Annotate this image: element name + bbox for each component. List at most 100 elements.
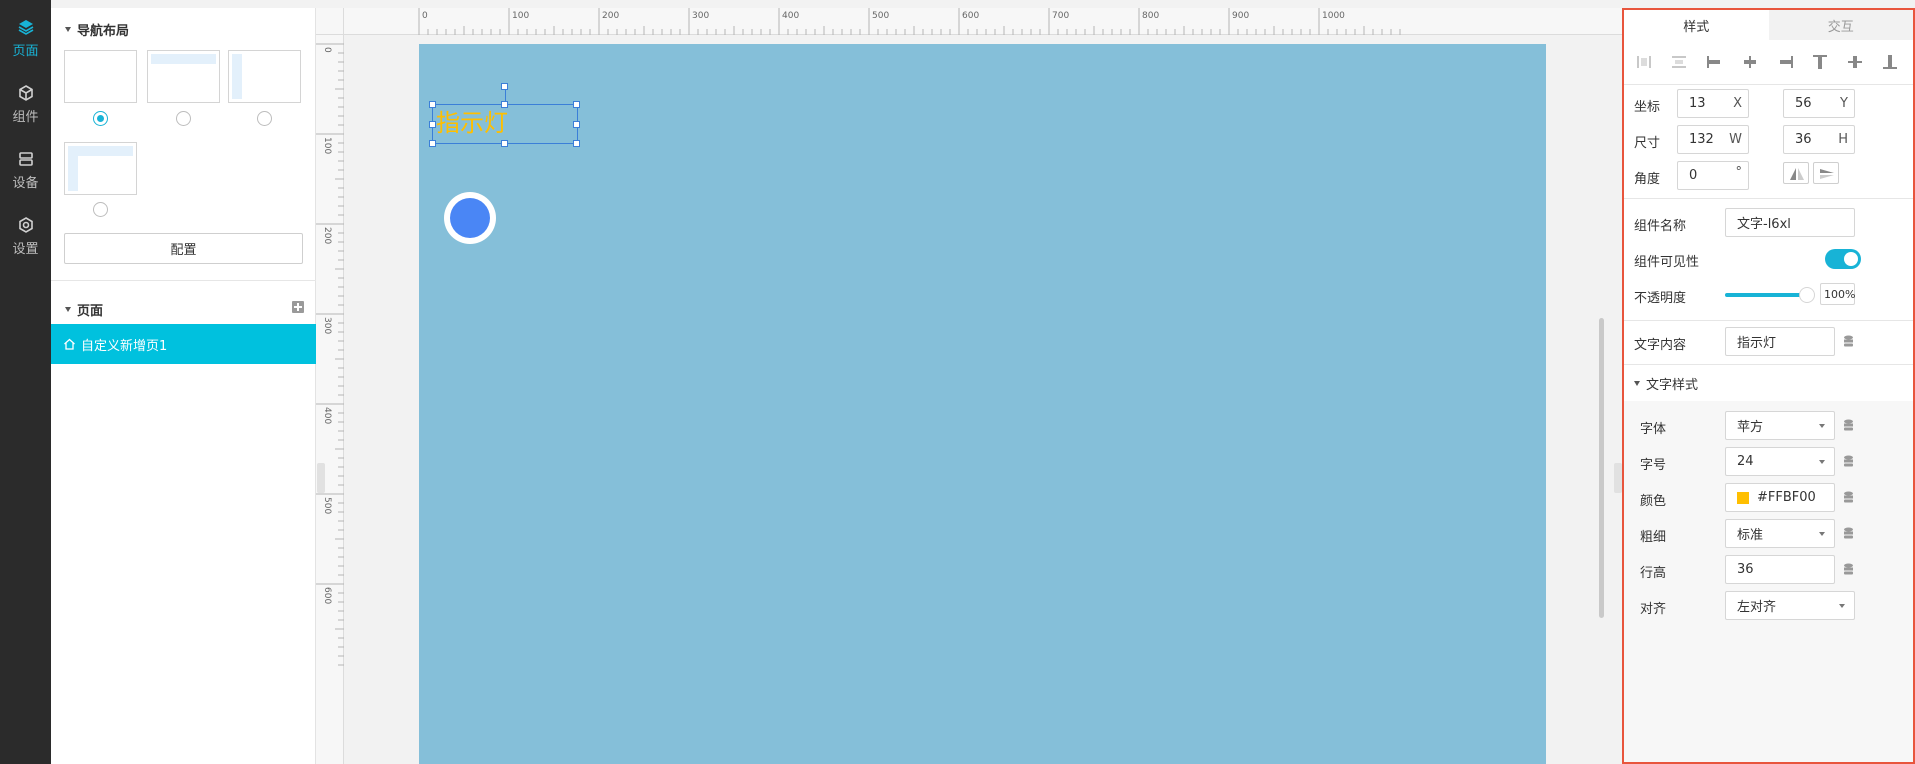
resize-handle-nw[interactable] — [429, 101, 436, 108]
color-value: #FFBF00 — [1757, 490, 1816, 505]
w-unit: W — [1729, 132, 1742, 147]
cube-icon — [18, 85, 33, 101]
ruler-top-label: 300 — [692, 11, 709, 21]
resize-handle-e[interactable] — [573, 121, 580, 128]
right-collapse-grip[interactable] — [1614, 463, 1622, 493]
resize-handle-ne[interactable] — [573, 101, 580, 108]
content-label: 文字内容 — [1634, 338, 1687, 353]
text-align-select[interactable]: 左对齐 — [1725, 591, 1855, 620]
rail-item-devices[interactable]: 设备 — [0, 132, 51, 198]
y-input[interactable]: 56 Y — [1783, 89, 1855, 118]
editor-area: 0 100 200 300 400 500 600 700 800 900 1000 0 100 200… — [316, 8, 1622, 764]
flip-vertical-button[interactable] — [1813, 162, 1839, 184]
color-picker[interactable]: #FFBF00 — [1725, 483, 1835, 512]
opacity-slider-knob[interactable] — [1799, 287, 1815, 303]
rail-item-settings[interactable]: 设置 — [0, 198, 51, 264]
align-right-icon[interactable] — [1774, 54, 1796, 70]
w-input[interactable]: 132 W — [1677, 125, 1749, 154]
left-collapse-grip[interactable] — [317, 463, 325, 493]
layout-radio-side-nav[interactable] — [257, 111, 272, 126]
align-top-icon[interactable] — [1809, 54, 1831, 70]
database-bind-icon[interactable] — [1843, 419, 1854, 432]
ruler-top-label: 200 — [602, 11, 619, 21]
color-label: 颜色 — [1640, 494, 1667, 509]
server-icon — [18, 152, 33, 166]
ruler-left-label: 400 — [322, 407, 332, 424]
font-weight-select[interactable]: 标准 — [1725, 519, 1835, 548]
text-component-selected[interactable]: 指示灯 — [429, 83, 580, 147]
rotate-handle[interactable] — [501, 83, 508, 90]
layout-radio-top-side-nav[interactable] — [93, 202, 108, 217]
rail-item-components[interactable]: 组件 — [0, 66, 51, 132]
opacity-slider-track[interactable] — [1725, 293, 1807, 297]
resize-handle-se[interactable] — [573, 140, 580, 147]
angle-input[interactable]: 0 ° — [1677, 161, 1749, 190]
ruler-top-scale: 0 100 200 300 400 500 600 700 800 900 1000 — [418, 8, 1401, 35]
props-tabs: 样式 交互 — [1624, 10, 1913, 40]
visible-label: 组件可见性 — [1634, 255, 1700, 270]
ruler-left-scale: 0 100 200 300 400 500 600 — [316, 43, 344, 666]
visibility-toggle[interactable] — [1825, 249, 1861, 269]
opacity-input[interactable]: 100% — [1820, 283, 1855, 305]
font-size-label: 字号 — [1640, 458, 1667, 473]
text-content-input[interactable]: 指示灯 — [1725, 327, 1835, 356]
component-name-input[interactable]: 文字-l6xl — [1725, 208, 1855, 237]
line-height-label: 行高 — [1640, 566, 1667, 581]
rail-label: 组件 — [12, 110, 39, 125]
layout-option-top-side-nav[interactable] — [64, 142, 137, 195]
text-style-header[interactable]: 文字样式 — [1624, 365, 1698, 401]
resize-handle-s[interactable] — [501, 140, 508, 147]
layout-radio-top-nav[interactable] — [176, 111, 191, 126]
rail-item-pages[interactable]: 页面 — [0, 0, 51, 66]
x-input[interactable]: 13 X — [1677, 89, 1749, 118]
weight-label: 粗细 — [1640, 530, 1667, 545]
w-value: 132 — [1689, 132, 1714, 147]
ruler-left-label: 200 — [322, 227, 332, 244]
resize-handle-sw[interactable] — [429, 140, 436, 147]
font-label: 字体 — [1640, 422, 1667, 437]
indicator-lamp[interactable] — [444, 192, 496, 244]
chevron-down-icon — [1819, 532, 1825, 536]
distribute-vertical-icon[interactable] — [1669, 54, 1691, 70]
rail-label: 设置 — [12, 242, 39, 257]
distribute-horizontal-icon[interactable] — [1634, 54, 1656, 70]
home-icon — [64, 338, 75, 350]
flip-horizontal-icon — [1790, 168, 1804, 180]
database-bind-icon[interactable] — [1843, 527, 1854, 540]
layout-option-side-nav[interactable] — [228, 50, 301, 103]
database-bind-icon[interactable] — [1843, 491, 1854, 504]
layout-radio-blank[interactable] — [93, 111, 108, 126]
text-align-value: 左对齐 — [1737, 600, 1777, 615]
align-bottom-icon[interactable] — [1879, 54, 1901, 70]
tab-interaction[interactable]: 交互 — [1769, 10, 1914, 40]
caret-down-icon — [1634, 380, 1640, 386]
chevron-down-icon — [1839, 604, 1845, 608]
page-item[interactable]: 自定义新增页1 — [51, 324, 316, 364]
align-center-v-icon[interactable] — [1844, 54, 1866, 70]
page-canvas[interactable]: 指示灯 — [419, 44, 1546, 764]
config-button[interactable]: 配置 — [64, 233, 303, 264]
tab-style[interactable]: 样式 — [1624, 10, 1769, 40]
layout-option-blank[interactable] — [64, 50, 137, 103]
line-height-input[interactable]: 36 — [1725, 555, 1835, 584]
database-bind-icon[interactable] — [1843, 455, 1854, 468]
h-input[interactable]: 36 H — [1783, 125, 1855, 154]
layout-option-top-nav[interactable] — [147, 50, 220, 103]
font-size-select[interactable]: 24 — [1725, 447, 1835, 476]
vertical-scrollbar[interactable] — [1599, 318, 1604, 618]
font-select[interactable]: 苹方 — [1725, 411, 1835, 440]
align-center-h-icon[interactable] — [1739, 54, 1761, 70]
opacity-label: 不透明度 — [1634, 291, 1687, 306]
layout-panel: 导航布局 配置 页面 自定义新增页1 — [51, 8, 316, 764]
database-bind-icon[interactable] — [1843, 563, 1854, 576]
align-left-icon[interactable] — [1704, 54, 1726, 70]
resize-handle-w[interactable] — [429, 121, 436, 128]
database-bind-icon[interactable] — [1843, 335, 1854, 348]
nav-layout-header[interactable]: 导航布局 — [51, 8, 315, 50]
add-page-icon[interactable] — [292, 301, 304, 313]
gear-icon — [18, 217, 33, 233]
flip-horizontal-button[interactable] — [1783, 162, 1809, 184]
angle-value: 0 — [1689, 168, 1698, 183]
resize-handle-n[interactable] — [501, 101, 508, 108]
x-unit: X — [1733, 96, 1742, 111]
